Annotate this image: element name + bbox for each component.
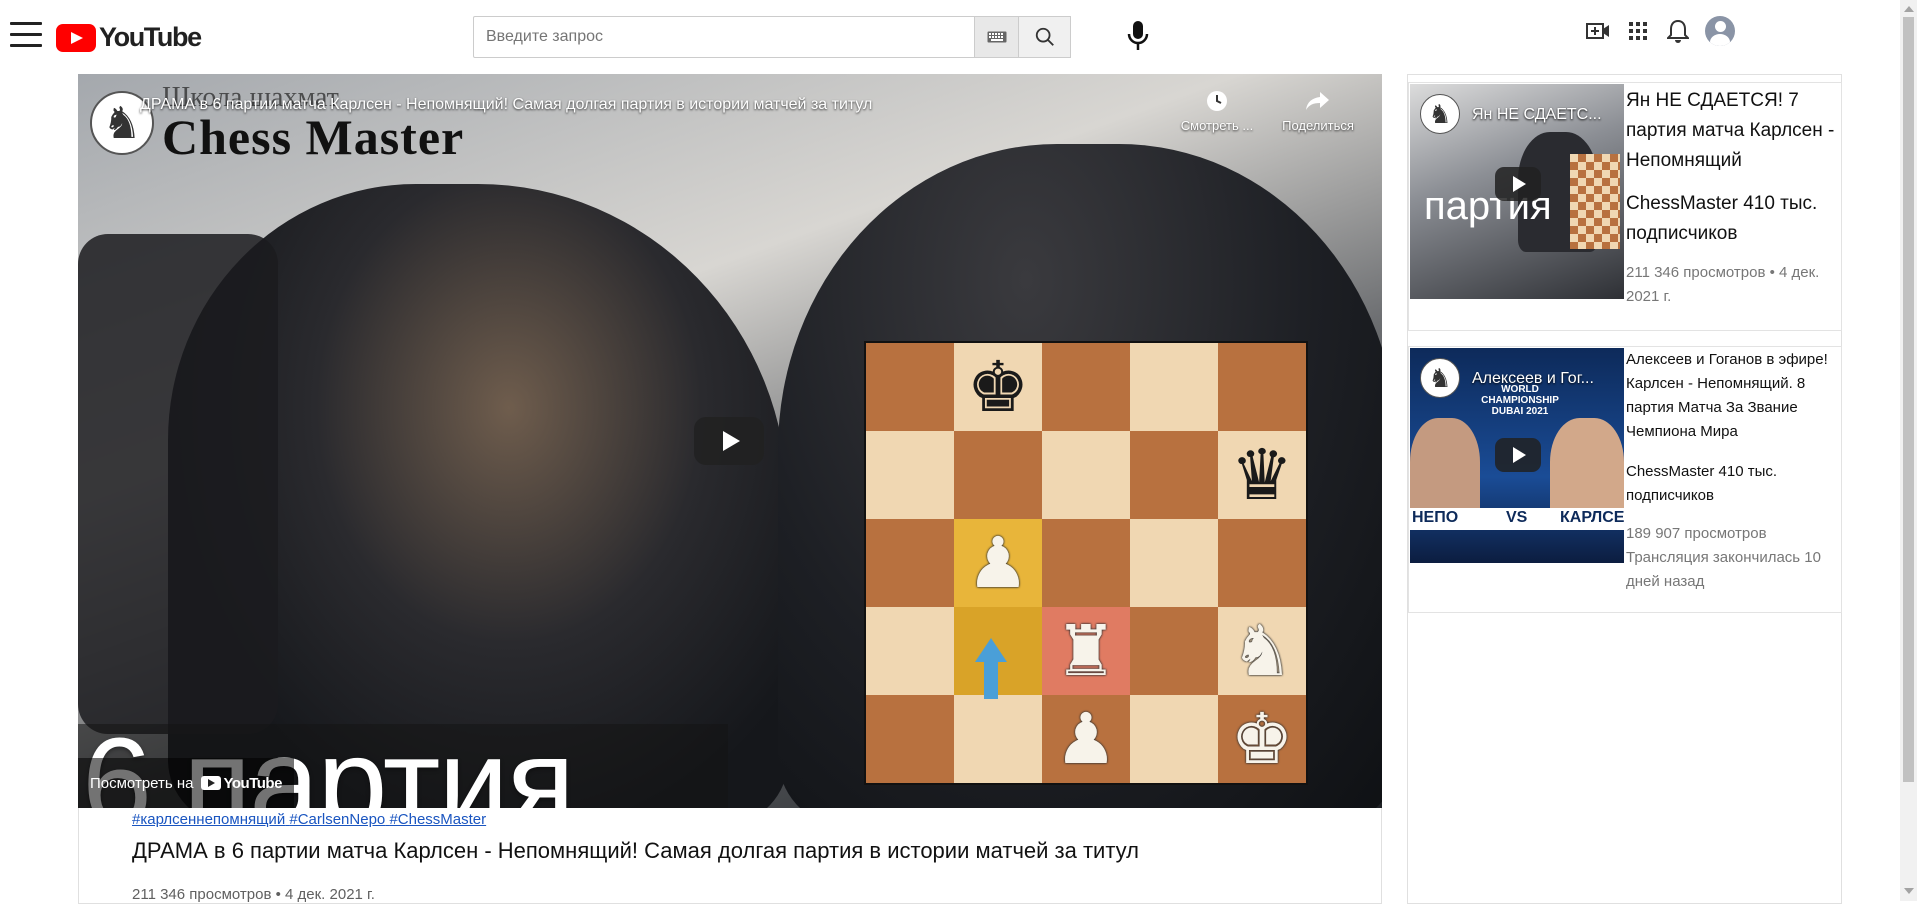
search-button[interactable]: [1019, 16, 1071, 58]
search-input[interactable]: [474, 17, 974, 57]
watch-later-label: Смотреть ...: [1180, 118, 1254, 133]
youtube-logo-icon: [56, 23, 96, 52]
watch-on-youtube-button[interactable]: Посмотреть на YouTube: [78, 758, 294, 808]
youtube-play-icon: [201, 776, 222, 790]
microphone-icon[interactable]: [1124, 18, 1152, 54]
recommendation-title[interactable]: Ян НЕ СДАЕТСЯ! 7 партия матча Карлсен - …: [1626, 86, 1840, 176]
black-king-piece: ♚: [954, 343, 1042, 431]
top-bar: YouTube: [0, 0, 1900, 72]
board-square: [1218, 343, 1306, 431]
board-square: [1130, 431, 1218, 519]
video-title: ДРАМА в 6 партии матча Карлсен - Непомня…: [132, 838, 1140, 863]
hashtag-link[interactable]: #карлсеннепомнящий: [132, 811, 285, 828]
player-video-title[interactable]: ДРАМА в 6 партии матча Карлсен - Непомня…: [140, 96, 872, 114]
white-pawn-piece: ♟: [1042, 695, 1130, 783]
recommendation-channel[interactable]: ChessMaster 410 тыс. подписчиков: [1626, 460, 1840, 508]
youtube-logo[interactable]: YouTube: [56, 22, 202, 53]
watch-on-label: Посмотреть на: [90, 774, 194, 792]
youtube-mini-text: YouTube: [223, 774, 282, 792]
thumb-board: [1570, 154, 1620, 249]
board-square: [1130, 607, 1218, 695]
board-square: [954, 431, 1042, 519]
search-icon: [1035, 27, 1054, 46]
recommendation-channel[interactable]: ChessMaster 410 тыс. подписчиков: [1626, 189, 1840, 249]
brand-title: Chess Master: [162, 109, 465, 165]
board-square: [866, 519, 954, 607]
hashtag-link[interactable]: #ChessMaster: [389, 811, 486, 828]
recommendation-info: Ян НЕ СДАЕТСЯ! 7 партия матча Карлсен - …: [1626, 83, 1840, 309]
header-actions: [1585, 16, 1735, 46]
white-rook-piece: ♜: [1042, 607, 1130, 695]
board-square: [954, 695, 1042, 783]
thumb-left-name: НЕПО: [1412, 509, 1459, 526]
knight-logo-icon: ♞: [1420, 358, 1460, 398]
player-chair: [78, 234, 278, 734]
thumb-right-name: КАРЛСЕ: [1560, 509, 1624, 526]
board-square: [1042, 343, 1130, 431]
board-square: [1130, 343, 1218, 431]
share-button[interactable]: Поделиться: [1274, 88, 1362, 133]
play-icon[interactable]: [1495, 438, 1541, 472]
keyboard-icon[interactable]: [974, 17, 1018, 57]
chess-board: ♚ ♛ ♟ ♜ ♞ ♟ ♚: [866, 343, 1306, 783]
search-box: [473, 16, 1019, 58]
page-scrollbar[interactable]: [1900, 0, 1917, 901]
thumb-title: Алексеев и Гог...: [1472, 370, 1594, 387]
board-square: [866, 343, 954, 431]
hashtags: #карлсеннепомнящий #CarlsenNepo #ChessMa…: [132, 811, 486, 828]
share-icon: [1306, 92, 1329, 110]
notifications-bell-icon[interactable]: [1665, 18, 1691, 44]
menu-icon[interactable]: [10, 22, 42, 50]
video-player[interactable]: ♞ Школа шахмат Chess Master ДРАМА в 6 па…: [78, 74, 1382, 808]
recommendation-card[interactable]: партия ♞ Ян НЕ СДАЕТС... Ян НЕ СДАЕТСЯ! …: [1408, 82, 1842, 331]
white-king-piece: ♚: [1218, 695, 1306, 783]
play-icon[interactable]: [1495, 167, 1541, 201]
board-square: [1042, 519, 1130, 607]
board-square: [866, 431, 954, 519]
recommendation-meta: 211 346 просмотров • 4 дек. 2021 г.: [1626, 264, 1820, 305]
black-queen-piece: ♛: [1218, 431, 1306, 519]
board-square: [866, 607, 954, 695]
board-square: [866, 695, 954, 783]
recommendation-title[interactable]: Алексеев и Гоганов в эфире! Карлсен - Не…: [1626, 348, 1840, 444]
play-button[interactable]: [694, 417, 764, 465]
recommendation-thumbnail[interactable]: партия ♞ Ян НЕ СДАЕТС...: [1410, 84, 1624, 299]
apps-grid-icon[interactable]: [1625, 18, 1651, 44]
hashtag-link[interactable]: #CarlsenNepo: [289, 811, 385, 828]
account-avatar[interactable]: [1705, 16, 1735, 46]
thumb-title: Ян НЕ СДАЕТС...: [1472, 106, 1602, 123]
recommendation-card[interactable]: WORLD CHAMPIONSHIP DUBAI 2021 НЕПО VS КАРЛ…: [1408, 346, 1842, 613]
scroll-down-arrow-icon[interactable]: [1904, 888, 1914, 894]
recommendation-meta: 189 907 просмотров Трансляция закончилас…: [1626, 525, 1821, 590]
video-meta: 211 346 просмотров • 4 дек. 2021 г.: [132, 886, 375, 903]
white-knight-piece: ♞: [1218, 607, 1306, 695]
board-square: [1218, 519, 1306, 607]
scrollbar-thumb[interactable]: [1903, 17, 1914, 782]
white-pawn-piece: ♟: [954, 519, 1042, 607]
thumb-event-banner: WORLD CHAMPIONSHIP DUBAI 2021: [1481, 384, 1559, 417]
logo-text: YouTube: [99, 22, 202, 52]
create-video-icon[interactable]: [1585, 18, 1611, 44]
recommendation-thumbnail[interactable]: WORLD CHAMPIONSHIP DUBAI 2021 НЕПО VS КАРЛ…: [1410, 348, 1624, 563]
scroll-up-arrow-icon[interactable]: [1904, 6, 1914, 12]
youtube-mini-logo: YouTube: [201, 774, 282, 792]
board-square: [1130, 695, 1218, 783]
watch-later-button[interactable]: Смотреть ...: [1173, 88, 1261, 133]
knight-logo-icon: ♞: [1420, 94, 1460, 134]
board-square: [1042, 431, 1130, 519]
clock-icon: [1207, 91, 1227, 111]
recommendation-info: Алексеев и Гоганов в эфире! Карлсен - Не…: [1626, 347, 1840, 594]
board-square: [1130, 519, 1218, 607]
share-label: Поделиться: [1282, 118, 1354, 133]
move-arrow-shaft: [984, 659, 998, 699]
thumb-vs: VS: [1506, 509, 1528, 526]
